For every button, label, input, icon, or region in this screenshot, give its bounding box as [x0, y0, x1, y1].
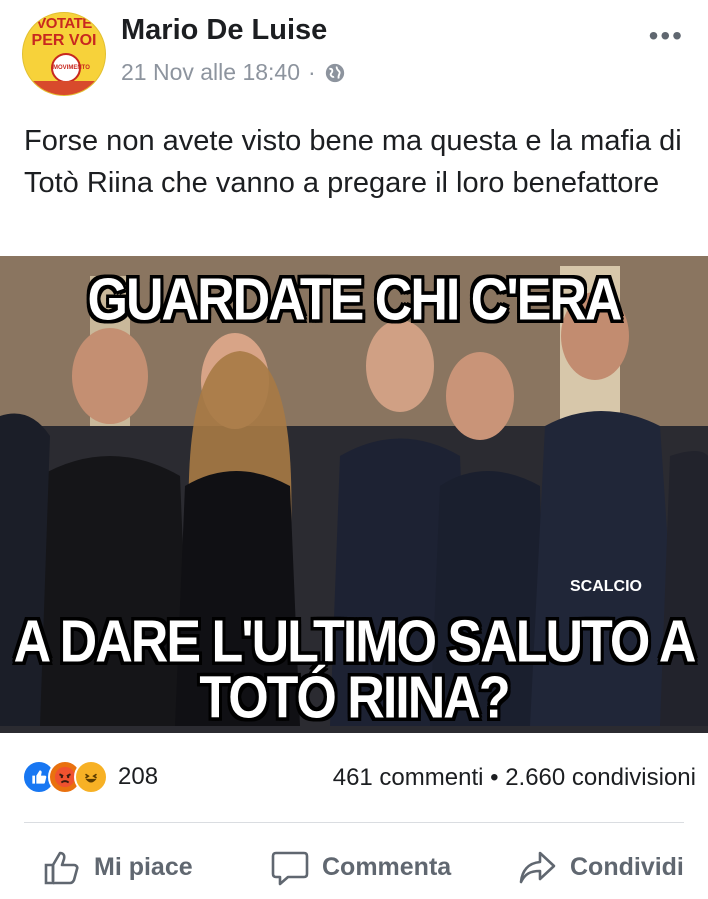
comments-shares-count[interactable]: 461 commenti • 2.660 condivisioni: [333, 764, 696, 792]
meta-separator: ·: [308, 59, 316, 85]
post-header: VOTATE PER VOI MOVIMENTO Mario De Luise …: [0, 0, 708, 110]
share-arrow-icon: [519, 851, 556, 884]
share-button-label: Condividi: [570, 852, 684, 881]
reactions-count: 208: [118, 763, 159, 790]
author-avatar[interactable]: VOTATE PER VOI MOVIMENTO: [22, 12, 106, 96]
actions-divider: [24, 822, 684, 823]
more-options-icon[interactable]: •••: [649, 20, 684, 52]
comment-button-label: Commenta: [322, 852, 452, 881]
post-text: Forse non avete visto bene ma questa e l…: [24, 125, 682, 199]
reactions-summary[interactable]: 208: [22, 760, 158, 794]
avatar-crowd-graphic: [23, 81, 105, 95]
image-caption-bottom-line2: TOTÓ RIINA?: [199, 664, 510, 732]
haha-reaction-icon: [74, 760, 108, 794]
avatar-text-line1: VOTATE: [36, 15, 92, 32]
post-meta: 21 Nov alle 18:40 ·: [121, 59, 346, 86]
post-timestamp[interactable]: 21 Nov alle 18:40: [121, 59, 300, 86]
post-actions-bar: Mi piace Commenta Condividi: [0, 838, 708, 896]
avatar-badge: MOVIMENTO: [51, 53, 90, 83]
thumbs-up-icon: [44, 851, 79, 885]
avatar-text-line2: PER VOI: [31, 32, 97, 49]
globe-icon: [325, 63, 344, 82]
post-photo[interactable]: GUARDATE CHI C'ERA SCALCIO A DARE L'ULTI…: [0, 256, 708, 733]
share-button[interactable]: Condividi: [518, 838, 684, 896]
comment-button[interactable]: Commenta: [270, 838, 451, 896]
like-button[interactable]: Mi piace: [42, 838, 193, 896]
image-caption-top: GUARDATE CHI C'ERA: [87, 266, 623, 334]
image-signature: SCALCIO: [570, 578, 642, 595]
comment-bubble-icon: [271, 851, 309, 886]
like-button-label: Mi piace: [94, 852, 193, 881]
author-name[interactable]: Mario De Luise: [121, 14, 327, 47]
